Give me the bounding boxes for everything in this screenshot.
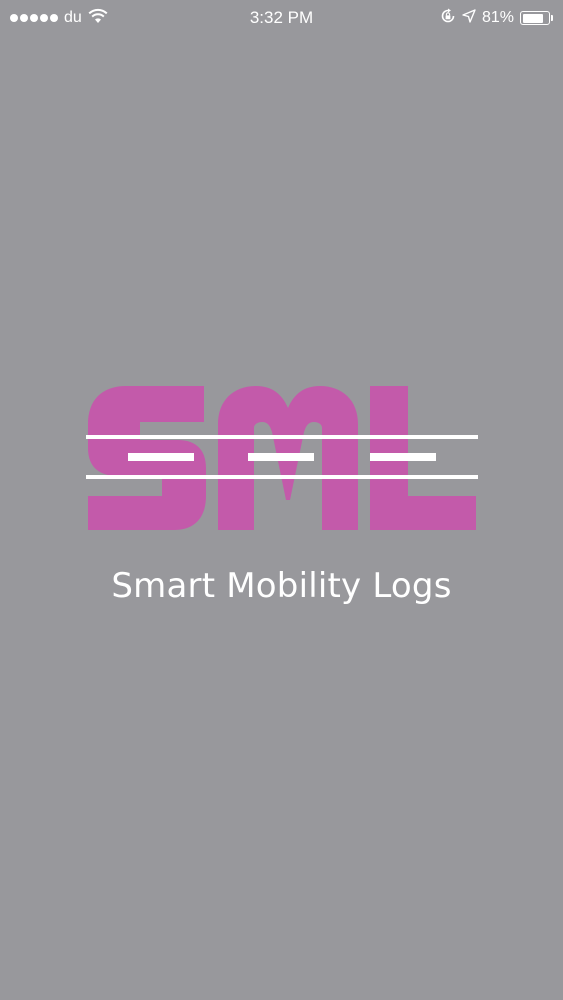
- battery-icon: [520, 11, 553, 25]
- status-left: du: [10, 8, 108, 29]
- carrier-name: du: [64, 9, 82, 26]
- app-title: Smart Mobility Logs: [111, 566, 452, 606]
- sml-logo: [86, 384, 478, 532]
- status-bar: du 81% 3:32 PM: [0, 0, 563, 36]
- status-right: 81%: [440, 8, 553, 29]
- location-arrow-icon: [462, 8, 476, 28]
- rotation-lock-icon: [440, 8, 456, 29]
- wifi-icon: [88, 8, 108, 29]
- battery-percent: 81%: [481, 9, 514, 26]
- signal-strength-icon: [10, 14, 58, 22]
